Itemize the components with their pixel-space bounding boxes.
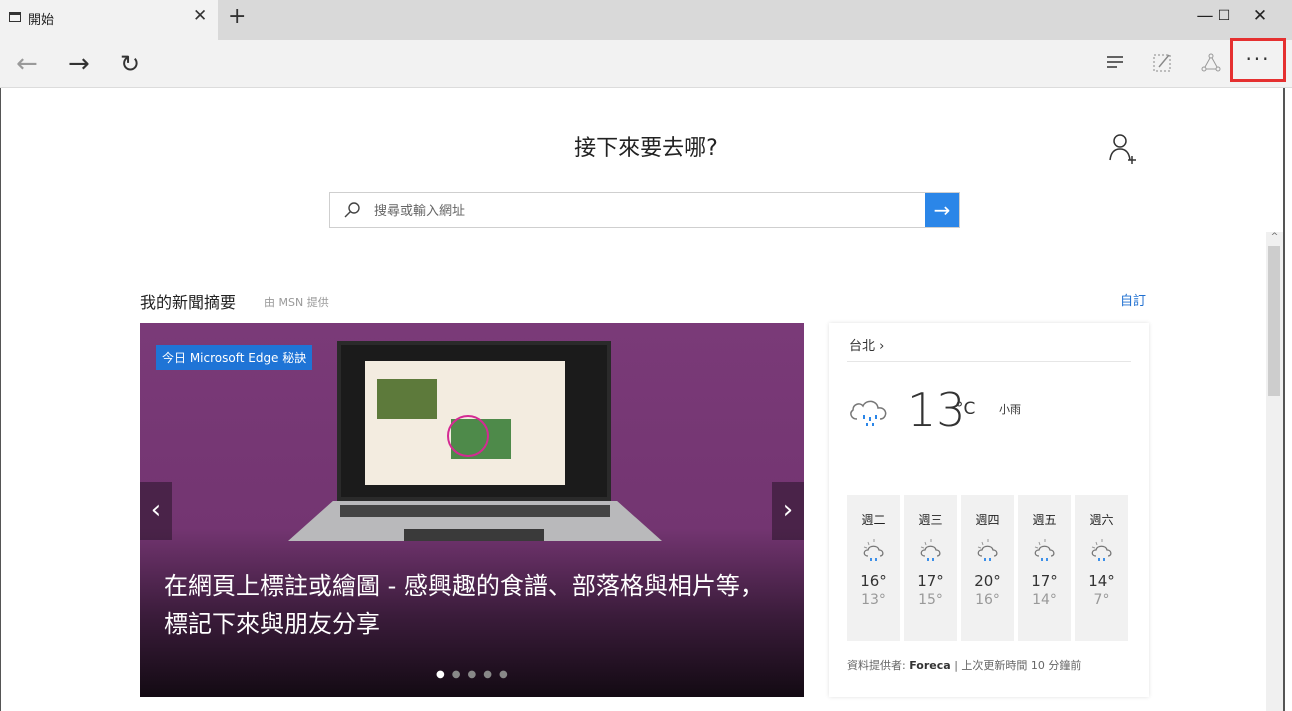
laptop-trackpad-image: [404, 529, 544, 541]
forecast-day-name: 週六: [1089, 513, 1114, 527]
scrollbar-thumb[interactable]: [1268, 246, 1280, 396]
weather-attribution: 資料提供者: Foreca | 上次更新時間 10 分鐘前: [847, 657, 1081, 673]
forward-button[interactable]: →: [68, 44, 90, 84]
news-source-label: 由 MSN 提供: [264, 296, 329, 309]
news-carousel[interactable]: 今日 Microsoft Edge 秘訣 ‹ › 在網頁上標註或繪圖 - 感興趣…: [140, 323, 804, 697]
partly-sunny-rain-icon: [961, 536, 1014, 562]
carousel-dots[interactable]: ●●●●●: [436, 669, 515, 680]
partly-sunny-rain-icon: [1075, 536, 1128, 562]
forecast-day[interactable]: 週二 16° 13°: [847, 495, 900, 641]
forecast-high: 16°: [860, 572, 887, 590]
forecast-day-name: 週五: [1032, 513, 1057, 527]
forecast-day-name: 週四: [975, 513, 1000, 527]
search-submit-button[interactable]: →: [925, 193, 959, 227]
weather-city-link[interactable]: 台北 ›: [849, 335, 884, 354]
new-tab-button[interactable]: +: [228, 4, 246, 29]
weather-unit: °C: [955, 399, 976, 419]
forecast-day[interactable]: 週五 17° 14°: [1018, 495, 1071, 641]
tab-close-icon[interactable]: ✕: [193, 6, 207, 26]
tab-title: 開始: [28, 13, 55, 28]
forecast-low: 16°: [975, 592, 1000, 608]
forecast-low: 7°: [1093, 592, 1110, 608]
forecast-high: 17°: [1031, 572, 1058, 590]
tab-page-icon: [9, 12, 21, 22]
web-note-icon[interactable]: [1153, 52, 1173, 76]
window-edge-right: [1283, 88, 1285, 711]
more-button[interactable]: ···: [1230, 38, 1286, 82]
weather-city: 台北: [849, 339, 876, 354]
search-box[interactable]: →: [329, 192, 960, 228]
carousel-next-button[interactable]: ›: [772, 482, 804, 540]
forecast-low: 13°: [861, 592, 886, 608]
weather-description: 小雨: [999, 403, 1021, 416]
back-button[interactable]: ←: [16, 44, 38, 84]
tab-start[interactable]: 開始 ✕: [0, 0, 218, 40]
close-window-button[interactable]: ✕: [1245, 6, 1275, 26]
partly-sunny-rain-icon: [904, 536, 957, 562]
more-icon: ···: [1245, 47, 1271, 71]
carousel-dot[interactable]: ●: [499, 669, 515, 680]
waterfall-thumbnail: [377, 379, 437, 419]
annotation-circle: [447, 415, 489, 457]
navigation-bar: ← → ↻ ···: [0, 38, 1292, 88]
carousel-dot[interactable]: ●: [483, 669, 499, 680]
laptop-keyboard-image: [340, 505, 610, 517]
carousel-prev-button[interactable]: ‹: [140, 482, 172, 540]
scroll-up-arrow-icon[interactable]: ^: [1266, 232, 1283, 246]
news-section-title: 我的新聞摘要: [140, 293, 237, 312]
search-input[interactable]: [372, 197, 916, 225]
forecast-low: 14°: [1032, 592, 1057, 608]
carousel-dot[interactable]: ●: [467, 669, 483, 680]
forecast-high: 17°: [917, 572, 944, 590]
forecast-day-name: 週二: [861, 513, 886, 527]
weather-source-name[interactable]: Foreca: [909, 659, 950, 672]
carousel-dot[interactable]: ●: [436, 669, 452, 680]
weather-updated: | 上次更新時間 10 分鐘前: [954, 659, 1082, 672]
forecast-day-name: 週三: [918, 513, 943, 527]
add-user-icon[interactable]: [1108, 132, 1138, 164]
forecast-high: 14°: [1088, 572, 1115, 590]
maximize-button[interactable]: ☐: [1209, 8, 1239, 24]
tip-badge[interactable]: 今日 Microsoft Edge 秘訣: [156, 345, 313, 370]
partly-sunny-rain-icon: [847, 536, 900, 562]
headline[interactable]: 在網頁上標註或繪圖 - 感興趣的食譜、部落格與相片等，標記下來與朋友分享: [164, 567, 784, 643]
weather-source-label: 資料提供者:: [847, 659, 906, 672]
forecast-high: 20°: [974, 572, 1001, 590]
search-icon: [344, 202, 360, 222]
weather-divider: [847, 361, 1131, 362]
laptop-screen-image: [337, 341, 611, 501]
chevron-right-icon: ›: [879, 339, 885, 354]
carousel-dot[interactable]: ●: [452, 669, 468, 680]
window-edge-left: [0, 88, 1, 711]
rain-cloud-icon: [847, 391, 891, 431]
forecast-day[interactable]: 週三 17° 15°: [904, 495, 957, 641]
share-icon[interactable]: [1200, 52, 1222, 78]
refresh-button[interactable]: ↻: [120, 44, 140, 84]
hub-icon[interactable]: [1106, 54, 1124, 74]
page-title: 接下來要去哪?: [574, 136, 718, 161]
weather-card[interactable]: 台北 › 13 °C 小雨 週二 16° 13° 週三 17° 15° 週四 2…: [829, 323, 1149, 697]
forecast-low: 15°: [918, 592, 943, 608]
forecast-day[interactable]: 週六 14° 7°: [1075, 495, 1128, 641]
partly-sunny-rain-icon: [1018, 536, 1071, 562]
customize-link[interactable]: 自訂: [1120, 290, 1146, 309]
forecast-day[interactable]: 週四 20° 16°: [961, 495, 1014, 641]
